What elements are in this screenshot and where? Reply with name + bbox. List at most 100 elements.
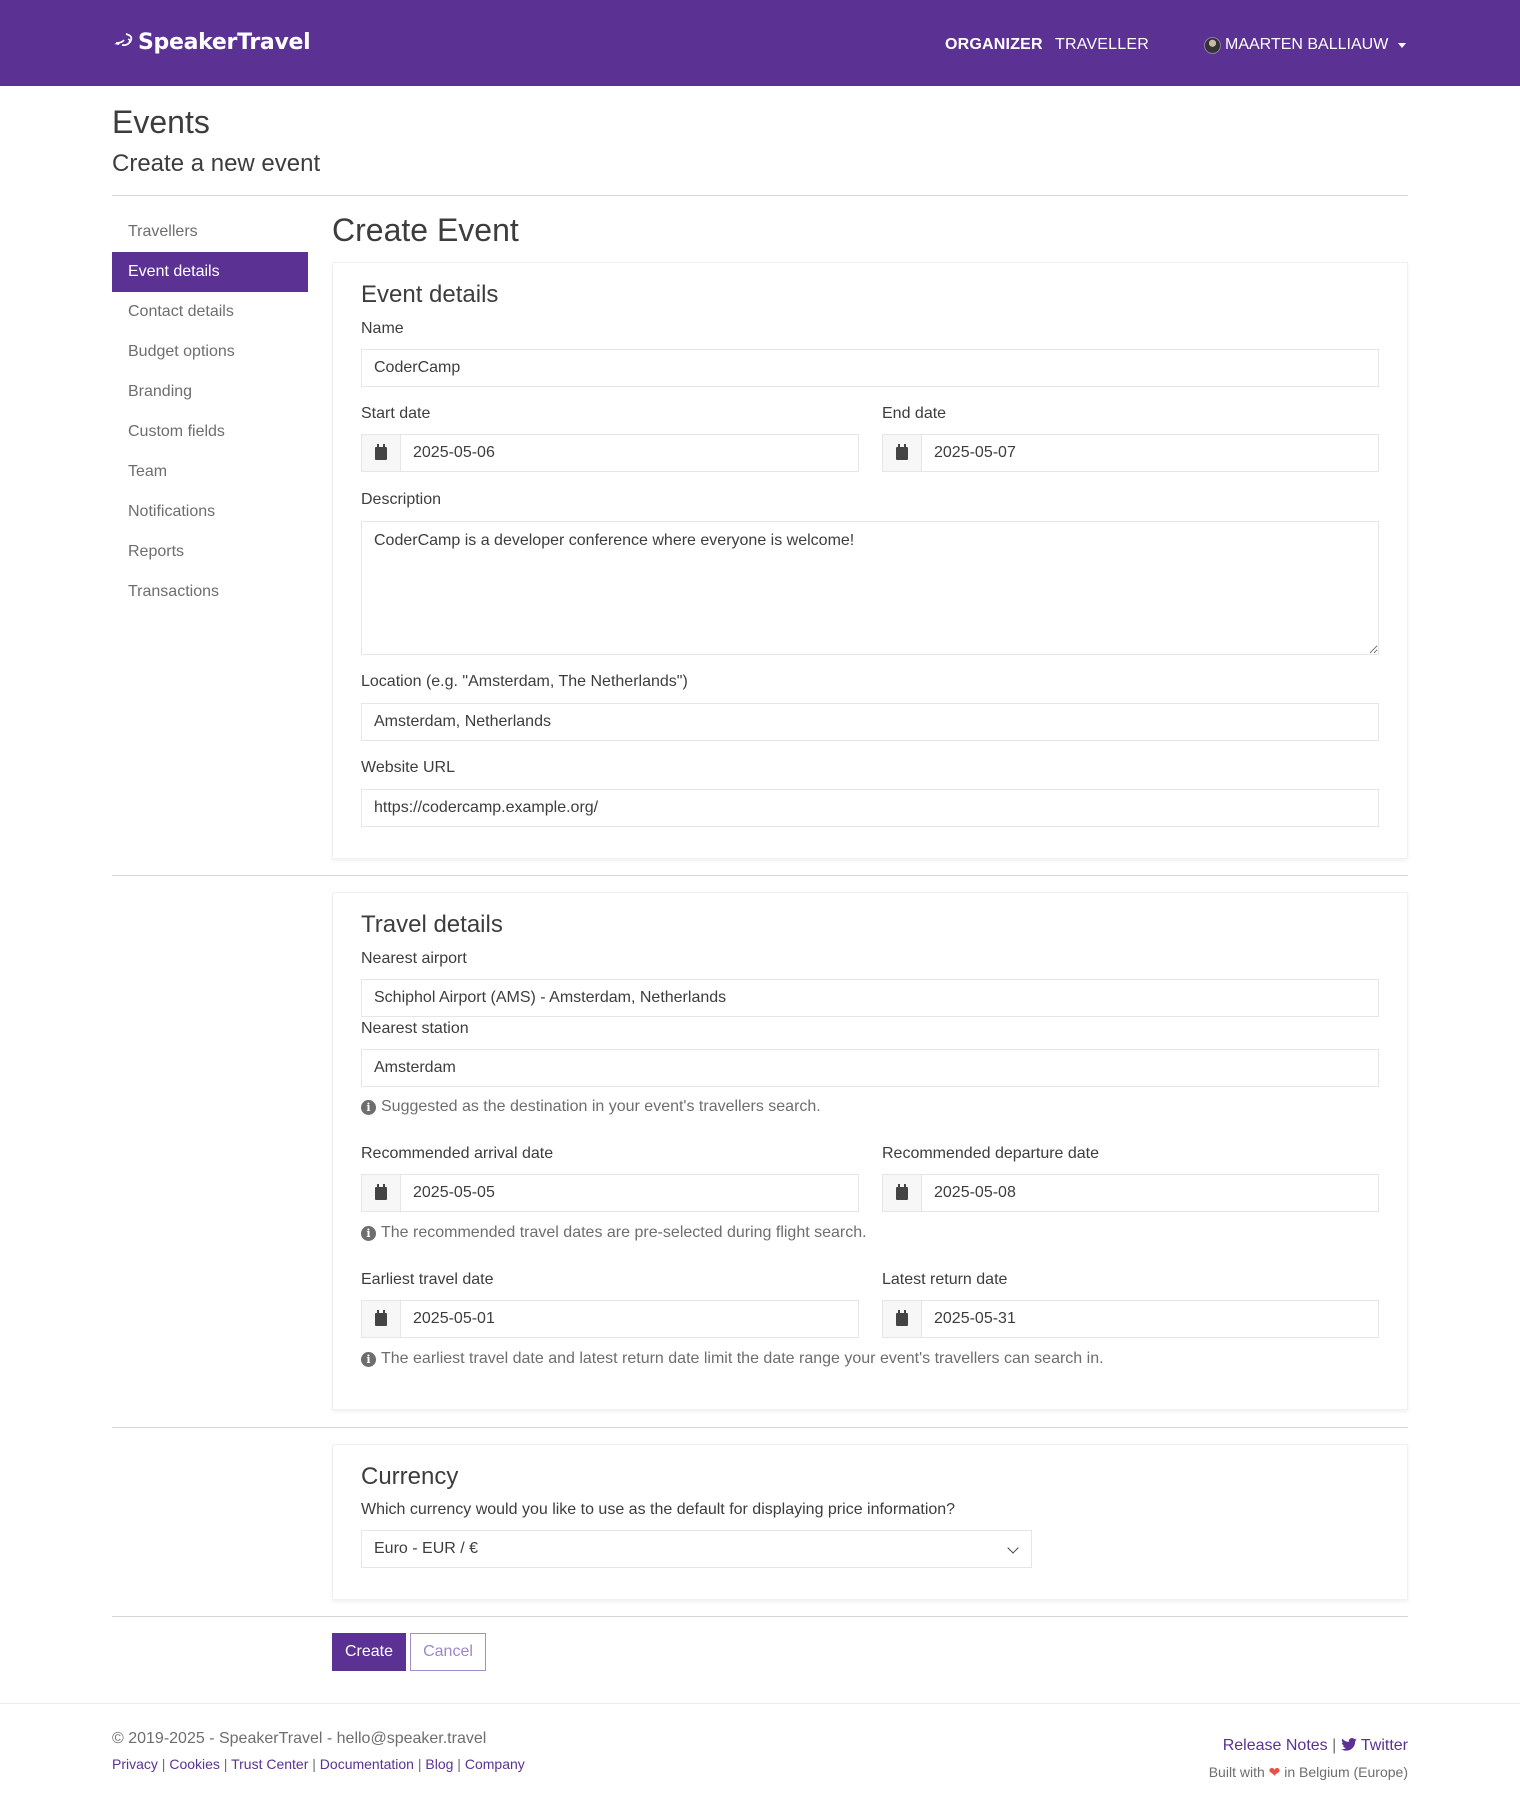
calendar-icon bbox=[896, 1183, 908, 1200]
end-date-addon[interactable] bbox=[883, 435, 922, 471]
footer-link-cookies[interactable]: Cookies bbox=[169, 1756, 220, 1772]
plane-logo-icon bbox=[114, 33, 133, 47]
footer-link-blog[interactable]: Blog bbox=[425, 1756, 453, 1772]
station-help-text: Suggested as the destination in your eve… bbox=[381, 1098, 821, 1115]
travel-details-card: Travel details Nearest airport Nearest s… bbox=[332, 892, 1408, 1410]
calendar-icon bbox=[896, 1309, 908, 1326]
station-label: Nearest station bbox=[361, 1020, 469, 1037]
footer-links: Privacy | Cookies | Trust Center | Docum… bbox=[112, 1756, 525, 1772]
info-icon: i bbox=[361, 1225, 376, 1241]
latest-date-group bbox=[882, 1300, 1379, 1338]
start-date-group bbox=[361, 434, 859, 472]
sidebar-item-budget-options[interactable]: Budget options bbox=[112, 332, 308, 372]
arrival-date-input[interactable] bbox=[401, 1175, 858, 1211]
footer-link-trust-center[interactable]: Trust Center bbox=[231, 1756, 308, 1772]
info-icon: i bbox=[361, 1351, 376, 1367]
currency-card: Currency Which currency would you like t… bbox=[332, 1444, 1408, 1600]
footer-link-documentation[interactable]: Documentation bbox=[320, 1756, 414, 1772]
station-input[interactable] bbox=[361, 1049, 1379, 1087]
website-input[interactable] bbox=[361, 789, 1379, 827]
sidebar-item-reports[interactable]: Reports bbox=[112, 532, 308, 572]
earliest-date-addon[interactable] bbox=[362, 1301, 401, 1337]
currency-select[interactable]: Euro - EUR / € bbox=[361, 1530, 1032, 1568]
header-divider bbox=[112, 195, 1408, 196]
calendar-icon bbox=[375, 1183, 387, 1200]
nav-organizer[interactable]: ORGANIZER bbox=[945, 36, 1043, 54]
heart-icon: ❤ bbox=[1268, 1764, 1281, 1780]
sidebar-item-contact-details[interactable]: Contact details bbox=[112, 292, 308, 332]
currency-heading: Currency bbox=[361, 1463, 459, 1490]
departure-date-input[interactable] bbox=[922, 1175, 1378, 1211]
section-divider bbox=[112, 1616, 1408, 1617]
latest-label: Latest return date bbox=[882, 1271, 1008, 1288]
page-title: Events bbox=[112, 104, 210, 140]
sidebar-item-team[interactable]: Team bbox=[112, 452, 308, 492]
section-divider bbox=[112, 875, 1408, 876]
twitter-link[interactable]: Twitter bbox=[1340, 1737, 1408, 1754]
copyright: © 2019-2025 - SpeakerTravel - hello@spea… bbox=[112, 1730, 487, 1747]
avatar bbox=[1204, 36, 1221, 54]
name-input[interactable] bbox=[361, 349, 1379, 387]
sidebar-item-notifications[interactable]: Notifications bbox=[112, 492, 308, 532]
brand-logo[interactable]: SpeakerTravel bbox=[112, 24, 311, 60]
sidebar-item-transactions[interactable]: Transactions bbox=[112, 572, 308, 612]
footer-link-privacy[interactable]: Privacy bbox=[112, 1756, 158, 1772]
cancel-button[interactable]: Cancel bbox=[410, 1633, 486, 1671]
airport-input[interactable] bbox=[361, 979, 1379, 1017]
start-date-addon[interactable] bbox=[362, 435, 401, 471]
chevron-down-icon bbox=[1007, 1542, 1019, 1554]
currency-question: Which currency would you like to use as … bbox=[361, 1501, 956, 1518]
departure-date-group bbox=[882, 1174, 1379, 1212]
travel-details-heading: Travel details bbox=[361, 911, 503, 938]
recommended-help-text: The recommended travel dates are pre-sel… bbox=[381, 1224, 867, 1241]
calendar-icon bbox=[375, 1309, 387, 1326]
start-date-input[interactable] bbox=[401, 435, 858, 471]
navbar: SpeakerTravel ORGANIZER TRAVELLER MAARTE… bbox=[0, 0, 1520, 86]
sidebar-item-event-details[interactable]: Event details bbox=[112, 252, 308, 292]
end-date-group bbox=[882, 434, 1379, 472]
range-help-text: The earliest travel date and latest retu… bbox=[381, 1350, 1104, 1367]
brand-name: SpeakerTravel bbox=[138, 29, 311, 55]
built-with: Built with ❤ in Belgium (Europe) bbox=[1209, 1764, 1408, 1781]
earliest-date-input[interactable] bbox=[401, 1301, 858, 1337]
section-divider bbox=[112, 1427, 1408, 1428]
name-label: Name bbox=[361, 320, 404, 337]
calendar-icon bbox=[896, 443, 908, 460]
end-date-label: End date bbox=[882, 405, 947, 422]
departure-date-addon[interactable] bbox=[883, 1175, 922, 1211]
location-input[interactable] bbox=[361, 703, 1379, 741]
arrival-date-addon[interactable] bbox=[362, 1175, 401, 1211]
event-details-heading: Event details bbox=[361, 281, 499, 308]
end-date-input[interactable] bbox=[922, 435, 1378, 471]
footer-right-links: Release Notes | Twitter bbox=[1222, 1737, 1408, 1754]
user-name: MAARTEN BALLIAUW bbox=[1225, 36, 1389, 53]
built-suffix: in Belgium (Europe) bbox=[1284, 1764, 1408, 1780]
location-label: Location (e.g. "Amsterdam, The Netherlan… bbox=[361, 673, 688, 690]
sidebar-item-custom-fields[interactable]: Custom fields bbox=[112, 412, 308, 452]
release-notes-link[interactable]: Release Notes bbox=[1223, 1737, 1328, 1754]
recommended-help: i The recommended travel dates are pre-s… bbox=[361, 1224, 867, 1242]
latest-date-input[interactable] bbox=[922, 1301, 1378, 1337]
twitter-label: Twitter bbox=[1360, 1737, 1408, 1754]
user-menu[interactable]: MAARTEN BALLIAUW bbox=[1204, 36, 1407, 54]
calendar-icon bbox=[375, 443, 387, 460]
sidebar-item-travellers[interactable]: Travellers bbox=[112, 212, 308, 252]
info-icon: i bbox=[361, 1099, 376, 1115]
currency-selected-value: Euro - EUR / € bbox=[374, 1540, 479, 1557]
start-date-label: Start date bbox=[361, 405, 431, 422]
create-button[interactable]: Create bbox=[332, 1633, 406, 1671]
description-textarea[interactable]: CoderCamp is a developer conference wher… bbox=[361, 521, 1379, 655]
twitter-icon bbox=[1340, 1738, 1357, 1751]
latest-date-addon[interactable] bbox=[883, 1301, 922, 1337]
sidebar-item-branding[interactable]: Branding bbox=[112, 372, 308, 412]
event-details-card: Event details Name Start date End date D… bbox=[332, 262, 1408, 859]
footer-link-company[interactable]: Company bbox=[465, 1756, 525, 1772]
nav-traveller[interactable]: TRAVELLER bbox=[1055, 36, 1149, 54]
description-label: Description bbox=[361, 491, 442, 508]
built-prefix: Built with bbox=[1208, 1764, 1265, 1780]
caret-down-icon bbox=[1398, 42, 1407, 48]
station-help: i Suggested as the destination in your e… bbox=[361, 1098, 821, 1116]
arrival-date-group bbox=[361, 1174, 859, 1212]
departure-label: Recommended departure date bbox=[882, 1145, 1100, 1162]
footer-divider bbox=[0, 1703, 1520, 1704]
